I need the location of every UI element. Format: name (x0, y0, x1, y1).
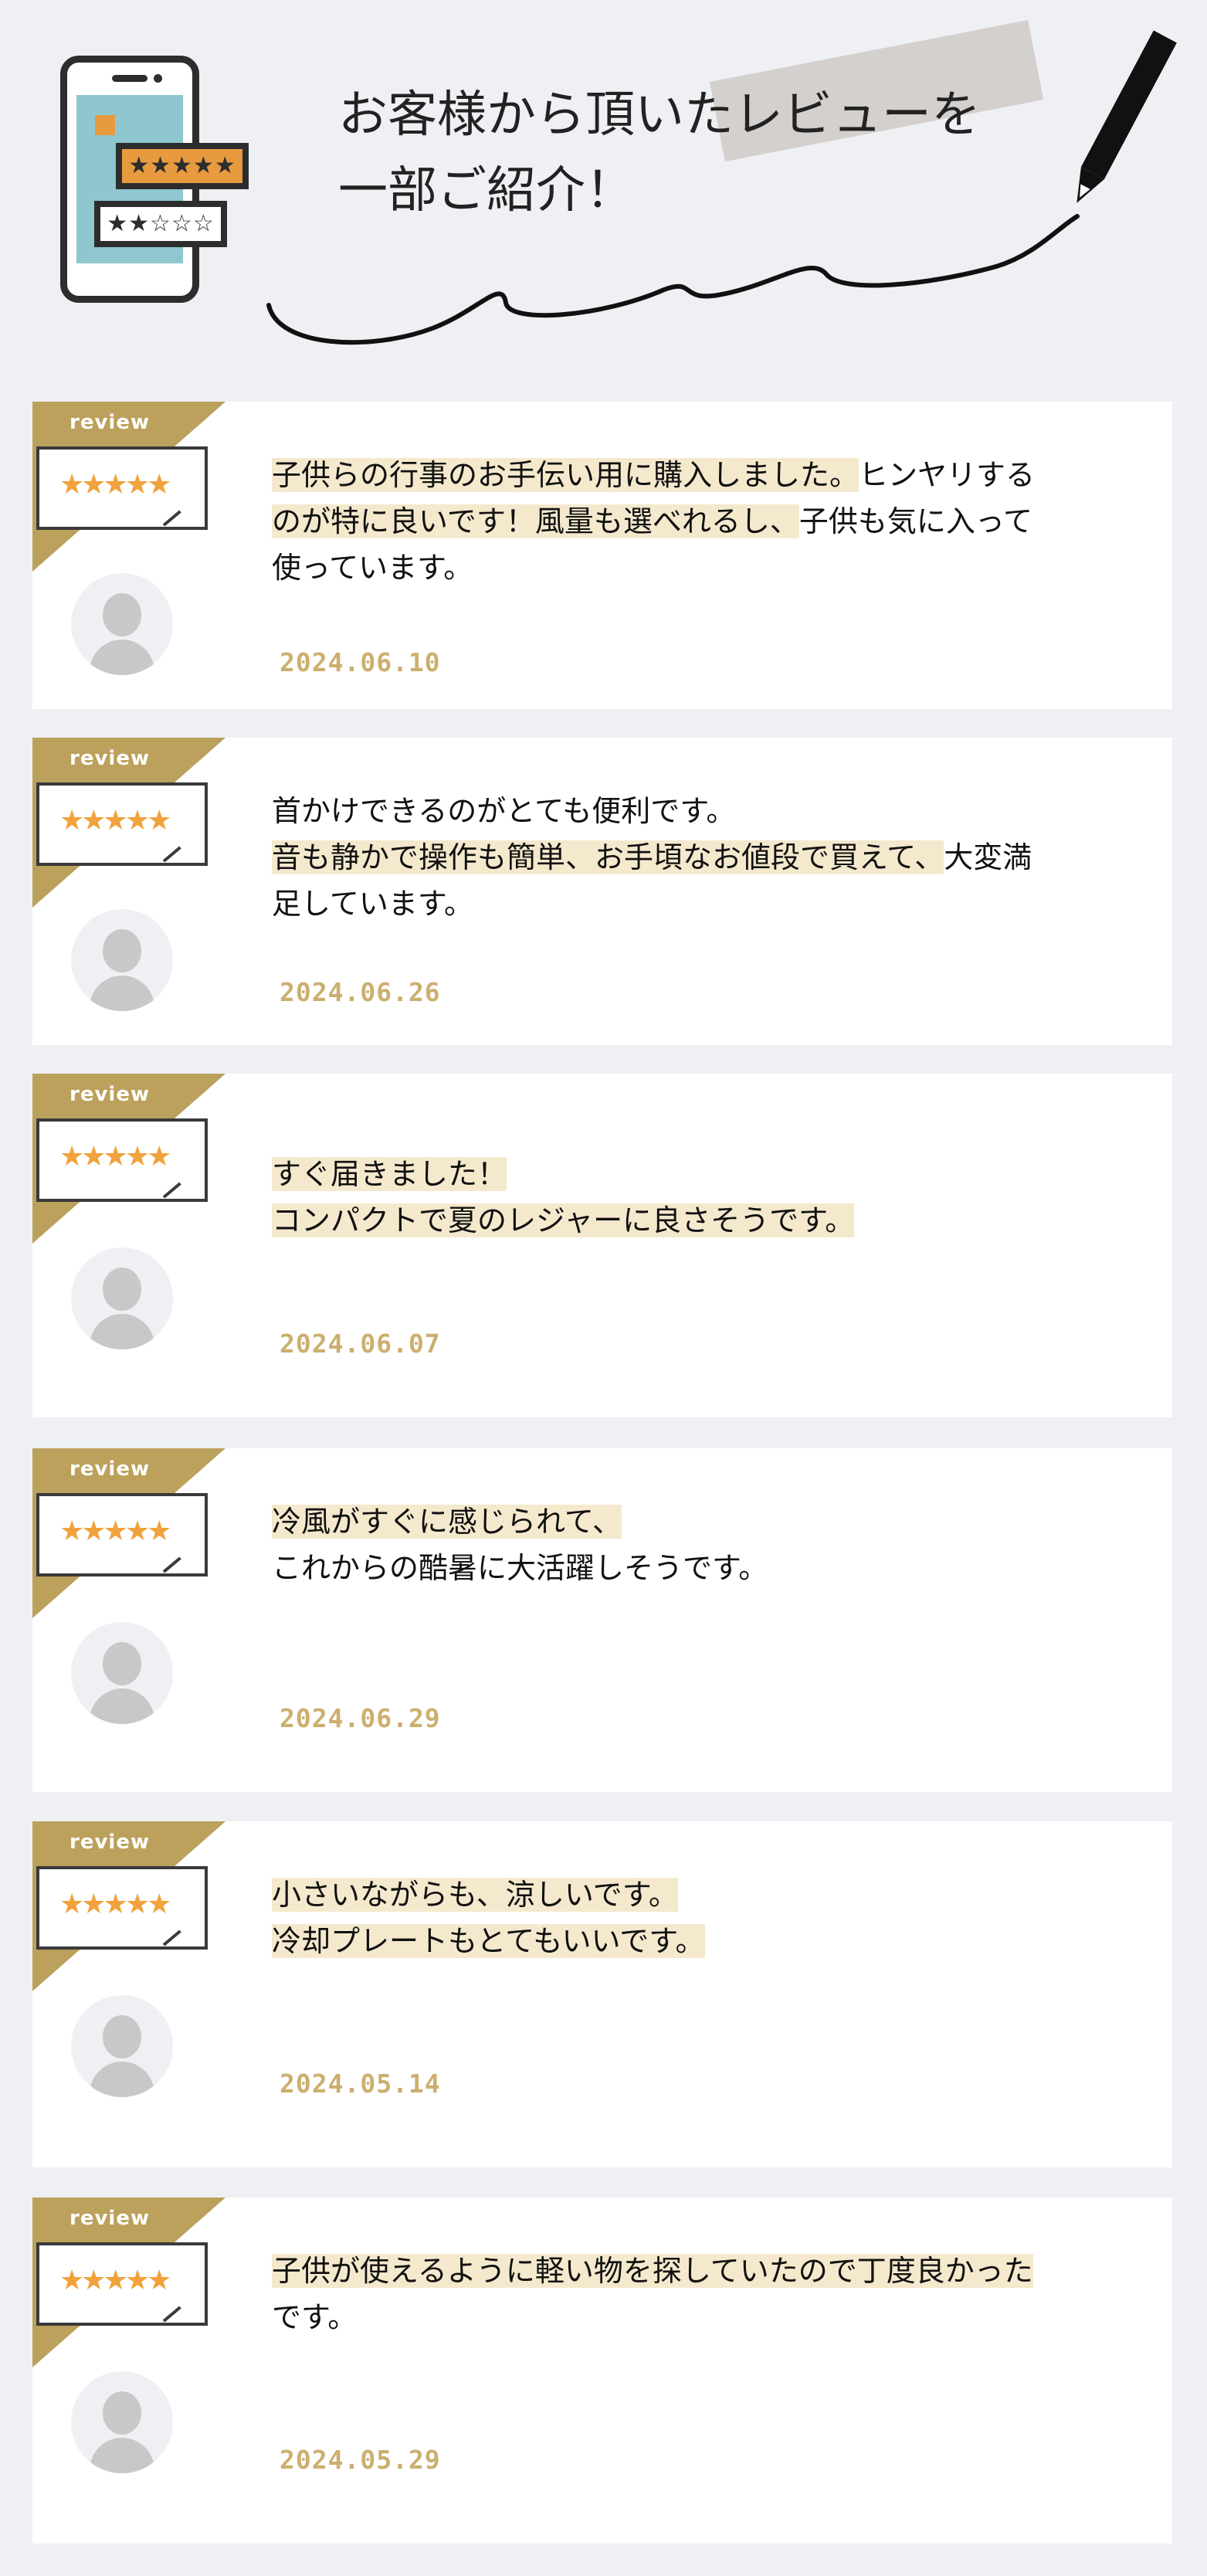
review-line: です。 (272, 2294, 1144, 2340)
review-card: review ★★★★★ 首かけできるのがとても便利です。音も静かで操作も簡単、お手… (32, 738, 1172, 1045)
review-label: review (70, 1083, 150, 1106)
star-rating-icon: ★★★★★ (59, 469, 171, 501)
review-line: 首かけできるのがとても便利です。 (272, 788, 1144, 834)
speech-bubble: ★★★★★ (36, 1866, 208, 1950)
review-text: 子供が使えるように軽い物を探していたので丁度良かった です。 (272, 2248, 1144, 2340)
review-line: 子供が使えるように軽い物を探していたので丁度良かった (272, 2248, 1144, 2294)
review-line: コンパクトで夏のレジャーに良さそうです。 (272, 1197, 1144, 1244)
review-line: 子供らの行事のお手伝い用に購入しました。ヒンヤリする (272, 452, 1144, 498)
review-line: 冷却プレートもとてもいいです。 (272, 1918, 1144, 1964)
star-rating-icon: ★★★★★ (59, 1515, 171, 1547)
review-text: 小さいながらも、涼しいです。 冷却プレートもとてもいいです。 (272, 1872, 1144, 1964)
avatar-icon (71, 909, 173, 1011)
star-rating-icon: ★★★★★ (59, 1141, 171, 1173)
review-date: 2024.06.26 (280, 977, 441, 1007)
plain-text: 大変満 (944, 840, 1032, 874)
review-date: 2024.06.07 (280, 1329, 441, 1359)
review-line: 冷風がすぐに感じられて、 (272, 1498, 1144, 1545)
review-date: 2024.05.14 (280, 2069, 441, 2099)
review-text: 首かけできるのがとても便利です。音も静かで操作も簡単、お手頃なお値段で買えて、大… (272, 788, 1144, 927)
review-text: すぐ届きました！ コンパクトで夏のレジャーに良さそうです。 (272, 1151, 1144, 1244)
review-label: review (70, 1831, 150, 1854)
speech-bubble: ★★★★★ (36, 782, 208, 866)
plain-text: 子供も気に入って (798, 504, 1032, 538)
review-card: review ★★★★★ 子供らの行事のお手伝い用に購入しました。ヒンヤリする のが特… (32, 402, 1172, 709)
highlighted-text: 冷風がすぐに感じられて、 (272, 1505, 622, 1539)
review-label: review (70, 1458, 150, 1481)
avatar-icon (71, 1622, 173, 1724)
review-date: 2024.06.29 (280, 1703, 441, 1733)
speech-bubble: ★★★★★ (36, 2242, 208, 2326)
star-rating-icon: ★★★★★ (59, 2265, 171, 2296)
review-line: のが特に良いです！風量も選べれるし、子供も気に入って (272, 498, 1144, 545)
avatar-icon (71, 2371, 173, 2473)
highlighted-text: のが特に良いです！風量も選べれるし、 (272, 504, 799, 538)
header: ★★★★★ ★★☆☆☆ お客様から頂いたレビューを 一部ご紹介！ (0, 0, 1207, 386)
avatar-icon (71, 573, 173, 675)
highlighted-text: 音も静かで操作も簡単、お手頃なお値段で買えて、 (272, 840, 944, 874)
avatar-icon (71, 1247, 173, 1349)
review-text: 子供らの行事のお手伝い用に購入しました。ヒンヤリする のが特に良いです！風量も選べ… (272, 452, 1144, 591)
review-label: review (70, 411, 150, 434)
plain-text: 使っています。 (272, 551, 473, 585)
highlighted-text: 小さいながらも、涼しいです。 (272, 1878, 678, 1912)
review-text: 冷風がすぐに感じられて、これからの酷暑に大活躍しそうです。 (272, 1498, 1144, 1591)
highlighted-text: 子供が使えるように軽い物を探していたので丁度良かった (272, 2254, 1033, 2288)
review-line: 音も静かで操作も簡単、お手頃なお値段で買えて、大変満 (272, 834, 1144, 881)
review-card: review ★★★★★ 子供が使えるように軽い物を探していたので丁度良かった です。… (32, 2198, 1172, 2544)
star-rating-icon: ★★★★★ (59, 805, 171, 837)
speech-bubble: ★★★★★ (36, 1118, 208, 1202)
plain-text: 足しています。 (272, 887, 474, 921)
review-line: これからの酷暑に大活躍しそうです。 (272, 1545, 1144, 1591)
plain-text: ヒンヤリする (859, 458, 1036, 492)
review-date: 2024.06.10 (280, 647, 441, 677)
review-line: 使っています。 (272, 545, 1144, 591)
review-label: review (70, 747, 150, 770)
review-line: 小さいながらも、涼しいです。 (272, 1872, 1144, 1918)
highlighted-text: 子供らの行事のお手伝い用に購入しました。 (272, 458, 859, 492)
plain-text: です。 (272, 2300, 358, 2334)
pencil-scribble-icon (266, 30, 1177, 345)
review-card: review ★★★★★ すぐ届きました！ コンパクトで夏のレジャーに良さそうです。 2… (32, 1074, 1172, 1417)
review-card: review ★★★★★ 冷風がすぐに感じられて、これからの酷暑に大活躍しそうです。… (32, 1448, 1172, 1792)
highlighted-text: すぐ届きました！ (272, 1157, 507, 1191)
highlighted-text: コンパクトで夏のレジャーに良さそうです。 (272, 1203, 855, 1237)
review-card: review ★★★★★ 小さいながらも、涼しいです。 冷却プレートもとてもいいです。… (32, 1821, 1172, 2167)
speech-bubble: ★★★★★ (36, 446, 208, 530)
speech-bubble: ★★★★★ (36, 1493, 208, 1576)
review-date: 2024.05.29 (280, 2445, 441, 2475)
star-rating-icon: ★★★★★ (59, 1889, 171, 1920)
plain-text: これからの酷暑に大活躍しそうです。 (272, 1551, 768, 1585)
review-line: 足しています。 (272, 881, 1144, 927)
avatar-icon (71, 1995, 173, 2097)
review-label: review (70, 2207, 150, 2230)
review-line: すぐ届きました！ (272, 1151, 1144, 1197)
highlighted-text: 冷却プレートもとてもいいです。 (272, 1924, 705, 1958)
plain-text: 首かけできるのがとても便利です。 (272, 794, 736, 828)
